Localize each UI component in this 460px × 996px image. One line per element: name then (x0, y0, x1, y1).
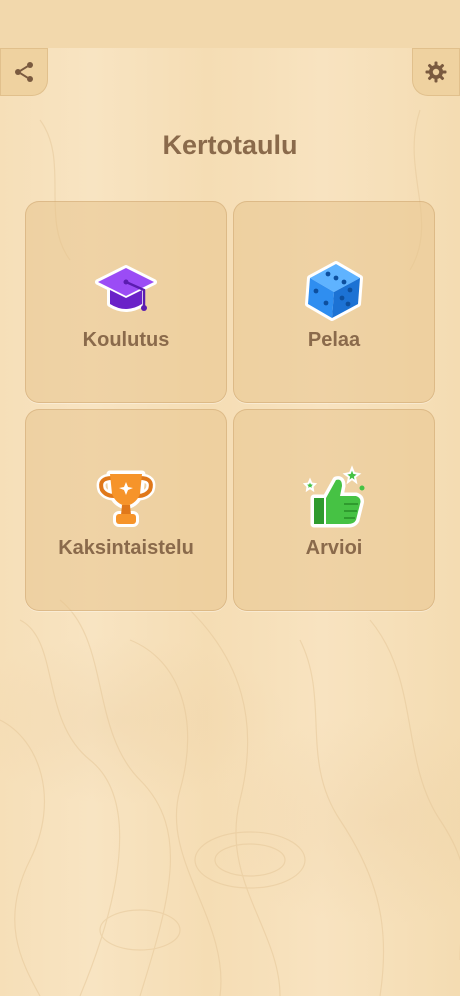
status-bar (0, 0, 460, 48)
share-button[interactable] (0, 48, 48, 96)
menu-tile-koulutus[interactable]: Koulutus (25, 201, 227, 403)
menu-tile-label: Koulutus (82, 329, 170, 351)
menu-tile-arvioi[interactable]: Arvioi (233, 409, 435, 611)
menu-tile-kaksintaistelu[interactable]: Kaksintaistelu (25, 409, 227, 611)
menu-tile-pelaa[interactable]: Pelaa (233, 201, 435, 403)
menu-tile-label: Pelaa (307, 329, 361, 351)
graduation-cap-icon (95, 265, 157, 312)
settings-button[interactable] (412, 48, 460, 96)
thumbs-up-icon (302, 465, 365, 528)
dice-icon (305, 261, 363, 321)
share-icon (15, 62, 33, 82)
menu-tile-label: Kaksintaistelu (58, 537, 194, 559)
trophy-icon (96, 470, 156, 527)
gear-icon (425, 61, 447, 83)
menu-tile-label: Arvioi (305, 537, 363, 559)
page-title: Kertotaulu (162, 130, 298, 160)
